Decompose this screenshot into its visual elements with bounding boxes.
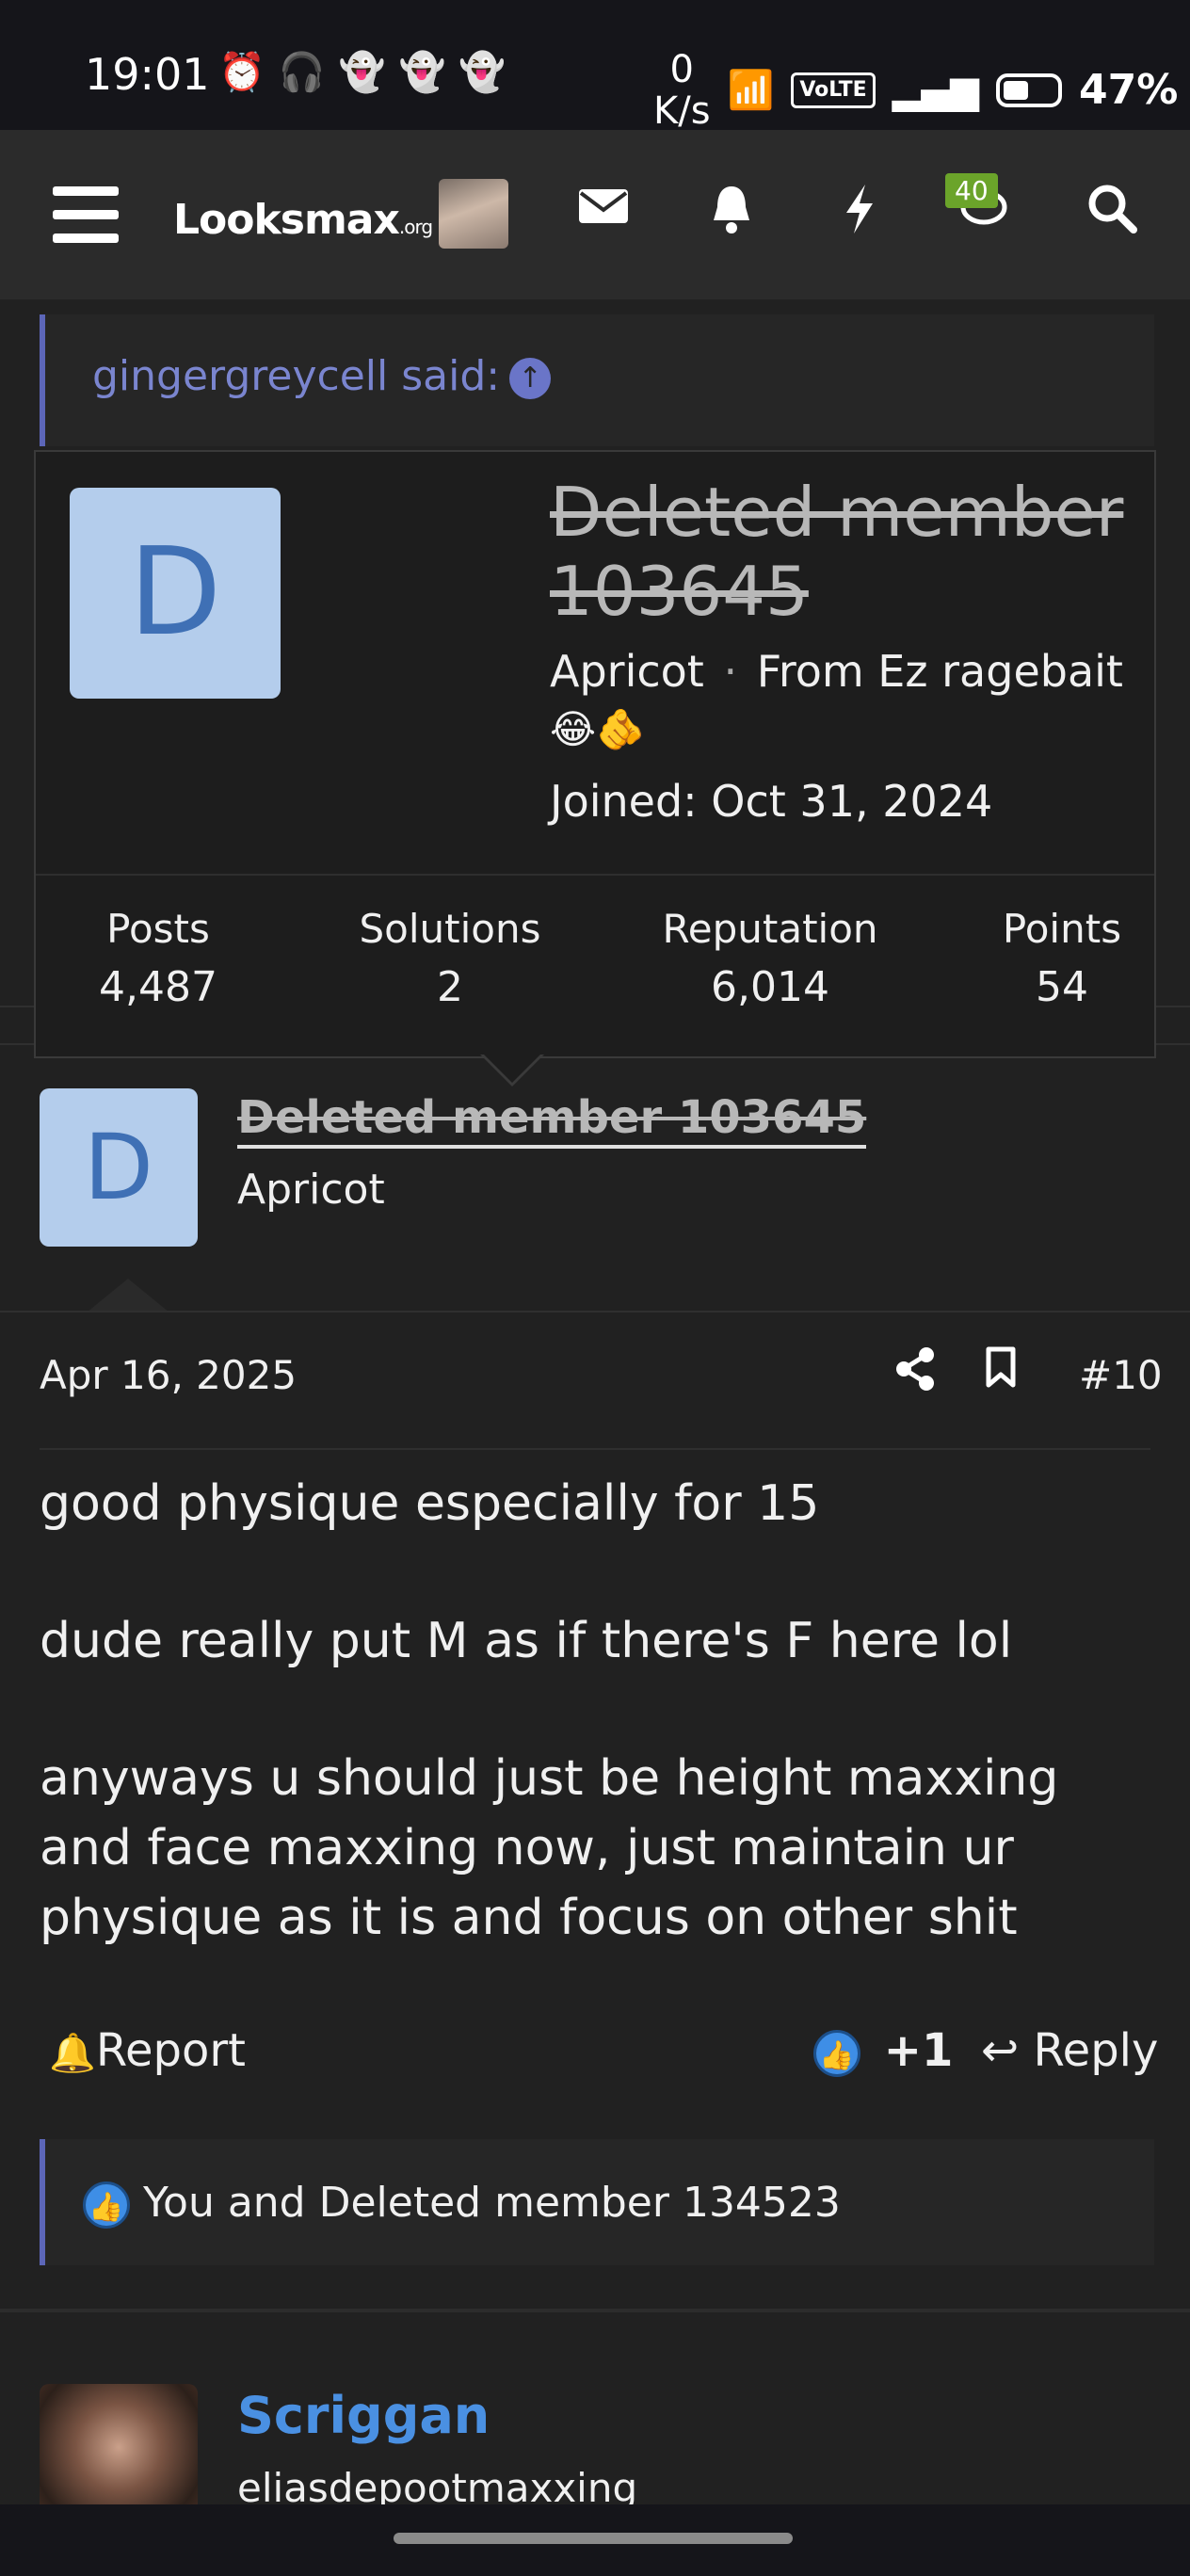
stat-value: 6,014 (711, 963, 829, 1011)
like-count: +1 (883, 2024, 954, 2077)
top-navbar: Looksmax.org 40 (0, 130, 1190, 299)
report-button[interactable]: 🔔Report (49, 2024, 246, 2077)
reactions-text: You and Deleted member 134523 (143, 2179, 841, 2227)
network-speed: 0 K/s (653, 49, 711, 132)
divider (0, 1311, 1190, 1312)
stat-label: Points (1002, 906, 1122, 952)
network-speed-unit: K/s (653, 89, 711, 133)
status-notification-icons: ⏰ 🎧 👻 👻 👻 (218, 52, 506, 93)
like-button[interactable]: 👍 +1 (813, 2024, 953, 2077)
battery-icon (996, 73, 1063, 107)
member-title: Apricot (550, 646, 704, 697)
home-indicator[interactable] (394, 2533, 793, 2544)
stat-posts[interactable]: Posts 4,487 (45, 906, 271, 1011)
stat-label: Posts (106, 906, 210, 952)
arrow-up-icon[interactable]: ↑ (509, 358, 552, 399)
status-bar: 19:01 ⏰ 🎧 👻 👻 👻 0 K/s 📶 VoLTE ▂▄▆ 47% (0, 0, 1190, 132)
member-name[interactable]: Deleted member 103645 (550, 473, 1134, 631)
quote-block: gingergreycell said: ↑ (40, 314, 1154, 446)
bell-icon[interactable] (699, 183, 764, 248)
wifi-icon: 📶 (727, 69, 775, 112)
gesture-bar (0, 2504, 1190, 2576)
bell-icon: 🔔 (49, 2032, 96, 2075)
search-icon[interactable] (1079, 183, 1145, 246)
reactions-summary: 👍 You and Deleted member 134523 (83, 2179, 841, 2229)
member-emoji: 😂🫵 (550, 706, 646, 752)
member-avatar[interactable]: D (70, 488, 281, 699)
member-tooltip: D Deleted member 103645 Apricot · From E… (34, 450, 1156, 1058)
thumbs-up-icon: 👍 (83, 2182, 130, 2229)
volte-badge: VoLTE (791, 72, 876, 108)
member-joined: Joined: Oct 31, 2024 (550, 776, 993, 827)
reply-arrow-icon: ↩ (981, 2024, 1020, 2077)
snapchat-icon: 👻 (338, 51, 386, 94)
quote-attribution[interactable]: gingergreycell said: ↑ (92, 352, 552, 400)
network-speed-value: 0 (669, 48, 694, 91)
bookmark-icon[interactable] (985, 1346, 1017, 1388)
stat-label: Solutions (359, 906, 541, 952)
thumbs-up-icon: 👍 (813, 2030, 860, 2077)
chat-badge: 40 (945, 173, 998, 208)
post-number[interactable]: #10 (1079, 1352, 1163, 1398)
stat-value: 54 (1036, 963, 1088, 1011)
quote-attribution-text: gingergreycell said: (92, 352, 501, 400)
stat-label: Reputation (662, 906, 878, 952)
stat-value: 2 (437, 963, 463, 1011)
stat-points[interactable]: Points 54 (968, 906, 1156, 1011)
post-body: good physique especially for 15 dude rea… (40, 1469, 1150, 2021)
alarm-icon: ⏰ (218, 51, 265, 94)
member-title-line: Apricot · From Ez ragebait (550, 646, 1123, 697)
logo-text: Looksmax (173, 196, 400, 244)
user-avatar[interactable] (439, 179, 508, 249)
snapchat-icon: 👻 (458, 51, 507, 94)
status-time: 19:01 (85, 49, 210, 100)
signal-icon: ▂▄▆ (892, 69, 980, 112)
post-date[interactable]: Apr 16, 2025 (40, 1352, 297, 1398)
report-label: Report (95, 2024, 246, 2077)
stat-solutions[interactable]: Solutions 2 (318, 906, 582, 1011)
post-header-caret (87, 1279, 169, 1312)
battery-level: 47% (1079, 66, 1179, 114)
member-location: From Ez ragebait (756, 646, 1123, 697)
menu-icon[interactable] (53, 186, 119, 243)
status-system-icons: 0 K/s 📶 VoLTE ▂▄▆ 47% (653, 49, 1178, 132)
separator-dot: · (723, 646, 738, 697)
post-paragraph: dude really put M as if there's F here l… (40, 1613, 1013, 1669)
reply-button[interactable]: ↩ Reply (981, 2024, 1158, 2077)
post-author-name[interactable]: Deleted member 103645 (237, 1090, 867, 1149)
headphones-icon: 🎧 (278, 51, 326, 94)
logo-suffix: .org (398, 216, 433, 238)
inbox-icon[interactable] (571, 183, 636, 239)
bolt-icon[interactable] (827, 183, 892, 248)
reply-label: Reply (1033, 2024, 1159, 2077)
stat-reputation[interactable]: Reputation 6,014 (638, 906, 902, 1011)
tooltip-caret-inner (482, 1053, 542, 1083)
divider (40, 1448, 1150, 1450)
reactions-bar[interactable]: 👍 You and Deleted member 134523 (40, 2139, 1154, 2265)
next-post-author[interactable]: Scriggan (237, 2386, 490, 2445)
post-divider (0, 2309, 1190, 2312)
share-icon[interactable] (894, 1346, 936, 1403)
post-paragraph: anyways u should just be height maxxing … (40, 1750, 1059, 1946)
card-divider (36, 874, 1154, 876)
post-author-title: Apricot (237, 1166, 385, 1214)
site-logo[interactable]: Looksmax.org (173, 196, 433, 244)
post-paragraph: good physique especially for 15 (40, 1475, 820, 1532)
stat-value: 4,487 (99, 963, 217, 1011)
post-author-avatar[interactable]: D (40, 1088, 198, 1247)
snapchat-icon: 👻 (398, 51, 446, 94)
